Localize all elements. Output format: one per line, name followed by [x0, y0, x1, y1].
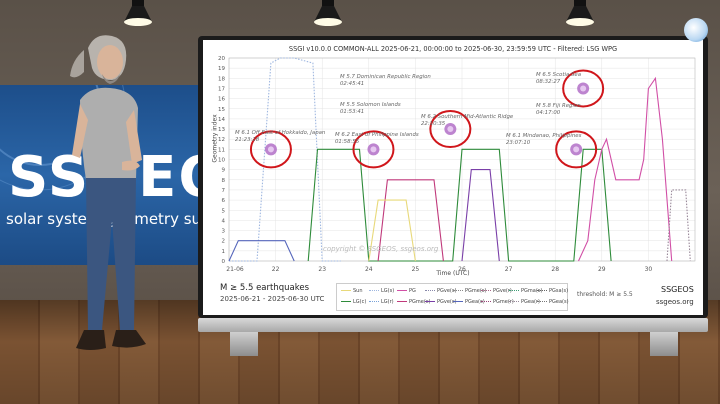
geometry-chart: 0123456789101112131415161718192021-06 22 2…: [218, 56, 696, 273]
legend-swatch: [509, 301, 519, 302]
legend-item: LG(s): [369, 288, 394, 294]
x-tick-label: 23: [318, 266, 326, 273]
y-tick-label: 19: [218, 66, 225, 72]
legend-label: PGea(s): [549, 299, 569, 305]
ceiling-spotlight: [566, 0, 594, 26]
legend-swatch: [397, 301, 407, 302]
x-tick-label: 21-06: [226, 266, 244, 273]
chart-legend: Sun LG(s) PG PGve(s) PGme(s) PGve(r) PGma(s) PG…: [336, 283, 569, 311]
y-tick-label: 1: [222, 249, 226, 255]
legend-label: Sun: [353, 288, 363, 294]
y-tick-label: 12: [218, 137, 225, 143]
event-marker-core: [580, 85, 587, 92]
legend-swatch: [509, 290, 519, 291]
footer-url: ssgeos.org: [656, 298, 694, 306]
annotation-philippine: M 6.2 East of Philippine Islands 01:58:55: [335, 132, 419, 145]
annotation-mindanao: M 6.1 Mindanao, Philippines 23:07:10: [506, 133, 582, 146]
legend-swatch: [537, 301, 547, 302]
y-tick-label: 20: [218, 56, 225, 62]
legend-item: PGea(c): [453, 299, 485, 305]
y-tick-label: 18: [218, 76, 225, 82]
legend-label: LG(s): [381, 288, 395, 294]
annotation-dominican: M 5.7 Dominican Republic Region 02:45:41: [340, 74, 431, 87]
legend-item: PG: [397, 288, 416, 294]
annotation-mid-atlantic: M 6.2 Southern Mid-Atlantic Ridge 22:10:3…: [421, 114, 514, 127]
legend-swatch: [453, 301, 463, 302]
y-tick-label: 6: [222, 198, 226, 204]
y-tick-label: 4: [222, 218, 226, 224]
legend-swatch: [369, 301, 379, 302]
x-tick-label: 26: [458, 266, 466, 273]
y-tick-label: 3: [222, 229, 226, 235]
event-marker-core: [370, 146, 377, 153]
y-tick-label: 11: [218, 147, 225, 153]
x-tick-label: 27: [505, 266, 513, 273]
legend-item: LG(c): [341, 299, 366, 305]
y-tick-label: 15: [218, 107, 225, 113]
presenter-figure: [70, 35, 146, 350]
legend-item: PGea(r): [509, 299, 540, 305]
ceiling-spotlight: [124, 0, 152, 26]
tv-stand: [198, 318, 708, 332]
footer-brand: SSGEOS: [661, 285, 694, 294]
x-tick-label: 30: [645, 266, 653, 273]
x-tick-label: 25: [412, 266, 420, 273]
event-marker-core: [267, 146, 274, 153]
legend-label: LG(r): [381, 299, 394, 305]
y-tick-label: 7: [222, 188, 226, 194]
legend-swatch: [481, 290, 491, 291]
y-tick-label: 9: [222, 168, 226, 174]
legend-swatch: [481, 301, 491, 302]
y-tick-label: 13: [218, 127, 225, 133]
event-marker-core: [573, 146, 580, 153]
legend-item: PGve(s): [425, 288, 456, 294]
annotation-fiji: M 5.8 Fiji Region 04:17:00: [536, 103, 581, 116]
legend-label: PG: [409, 288, 416, 294]
x-tick-label: 22: [272, 266, 280, 273]
legend-item: PGea(s): [537, 299, 569, 305]
x-tick-label: 24: [365, 266, 373, 273]
legend-swatch: [425, 290, 435, 291]
y-tick-label: 8: [222, 178, 226, 184]
x-tick-label: 28: [551, 266, 559, 273]
chart-watermark: copyright © SSGEOS, ssgeos.org: [323, 245, 439, 253]
threshold-label: threshold: M ≥ 5.5: [577, 291, 633, 298]
legend-item: PGve(c): [425, 299, 457, 305]
annotation-hokkaido: M 6.1 Off East of Hokkaido, Japan 21:23:1…: [235, 130, 326, 143]
legend-item: PGve(r): [481, 288, 512, 294]
ssgeos-logo: [684, 18, 708, 42]
footer-date-range: 2025-06-21 - 2025-06-30 UTC: [220, 295, 325, 303]
y-tick-label: 2: [222, 239, 226, 245]
legend-swatch: [341, 290, 351, 291]
y-tick-label: 10: [218, 158, 225, 164]
series-line-pgve-c-: [461, 169, 500, 262]
y-tick-label: 0: [222, 259, 226, 265]
annotation-scotia: M 6.5 Scotia Sea 08:32:27: [536, 72, 582, 85]
annotation-solomon: M 5.5 Solomon Islands 01:53:41: [340, 102, 401, 115]
y-tick-label: 14: [218, 117, 225, 123]
tv-screen: SSGI v10.0.0 COMMON-ALL 2025-06-21, 00:0…: [203, 40, 703, 315]
legend-item: Sun: [341, 288, 363, 294]
y-tick-label: 5: [222, 208, 226, 214]
legend-swatch: [425, 301, 435, 302]
legend-item: PGsa(s): [537, 288, 568, 294]
legend-swatch: [369, 290, 379, 291]
legend-label: PGsa(s): [549, 288, 569, 294]
studio-scene: SSGEOS solar system geometry survey SSGI…: [0, 0, 720, 404]
legend-item: LG(r): [369, 299, 394, 305]
footer-title: M ≥ 5.5 earthquakes: [220, 283, 310, 293]
tv-foot-right: [650, 332, 678, 356]
legend-swatch: [453, 290, 463, 291]
tv-foot-left: [230, 332, 258, 356]
legend-swatch: [341, 301, 351, 302]
legend-label: LG(c): [353, 299, 367, 305]
legend-swatch: [537, 290, 547, 291]
x-tick-label: 29: [598, 266, 606, 273]
ceiling-spotlight: [314, 0, 342, 26]
y-tick-label: 16: [218, 97, 225, 103]
legend-swatch: [397, 290, 407, 291]
y-tick-label: 17: [218, 86, 225, 92]
